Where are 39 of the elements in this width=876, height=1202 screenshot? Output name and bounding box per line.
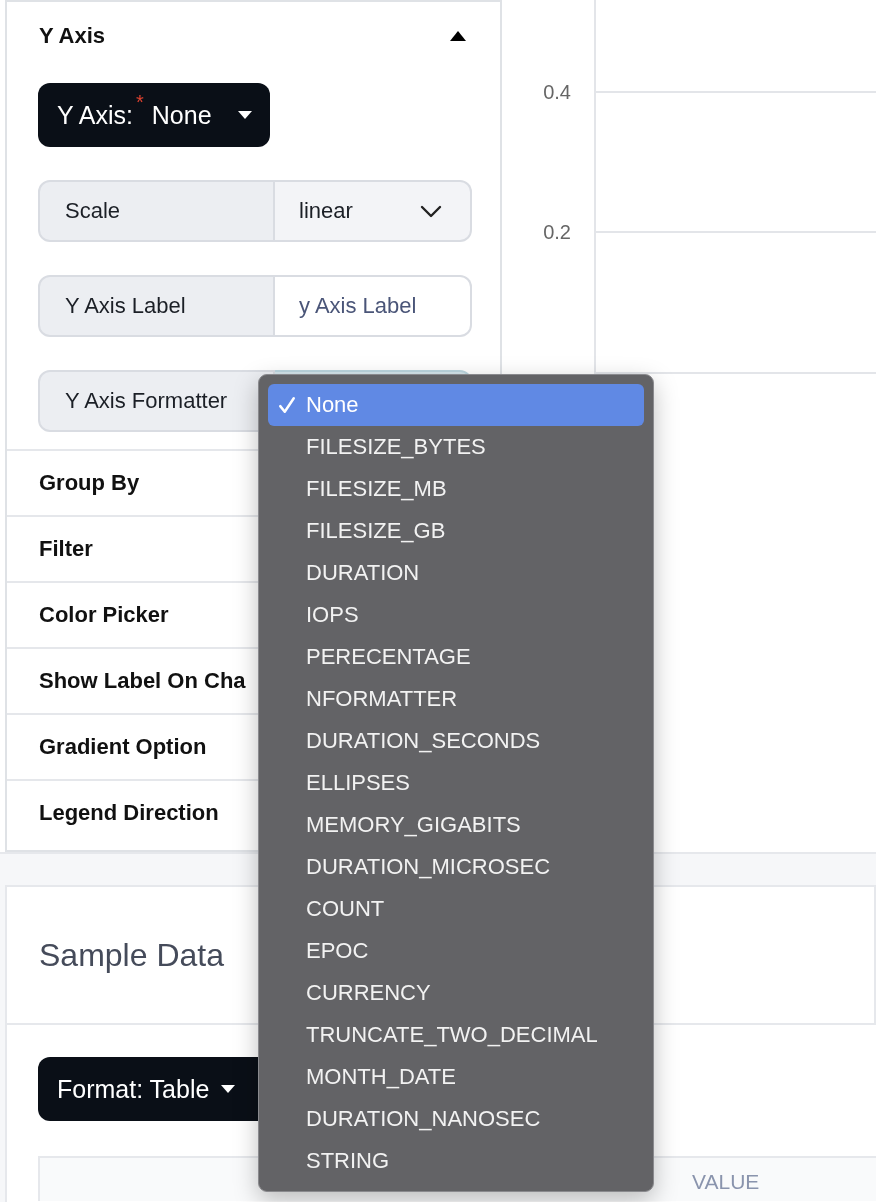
field-label: Y Axis Formatter: [38, 370, 275, 432]
text-input-field[interactable]: y Axis Label: [275, 275, 472, 337]
caret-down-icon: [221, 1085, 236, 1093]
menu-item[interactable]: IOPS: [268, 594, 644, 636]
menu-item[interactable]: ELLIPSES: [268, 762, 644, 804]
caret-up-icon[interactable]: [449, 30, 467, 42]
menu-item[interactable]: DURATION_MICROSEC: [268, 846, 644, 888]
menu-item[interactable]: EPOC: [268, 930, 644, 972]
checkmark-icon: [278, 396, 296, 414]
menu-item[interactable]: PERECENTAGE: [268, 636, 644, 678]
menu-item[interactable]: DURATION_SECONDS: [268, 720, 644, 762]
axis-tick-label: 0.2: [543, 221, 571, 243]
menu-item[interactable]: TRUNCATE_TWO_DECIMAL: [268, 1014, 644, 1056]
axis-tick-label: 0.4: [543, 81, 571, 103]
section-title: Y Axis: [39, 23, 106, 49]
menu-item[interactable]: CURRENCY: [268, 972, 644, 1014]
menu-item[interactable]: STRING: [268, 1140, 644, 1182]
field-label: Y Axis Label: [38, 275, 275, 337]
required-mark: *: [135, 91, 144, 114]
section-title[interactable]: Show Label On Cha: [39, 668, 246, 694]
select-field[interactable]: linear: [275, 180, 472, 242]
section-title[interactable]: Legend Direction: [39, 800, 219, 826]
menu-item[interactable]: COUNT: [268, 888, 644, 930]
caret-down-icon: [237, 111, 252, 119]
section-title[interactable]: Gradient Option: [39, 734, 207, 760]
section-title[interactable]: Filter: [39, 536, 93, 562]
menu-item[interactable]: NFORMATTER: [268, 678, 644, 720]
menu-item[interactable]: FILESIZE_MB: [268, 468, 644, 510]
menu-item[interactable]: FILESIZE_GB: [268, 510, 644, 552]
menu-item[interactable]: DURATION: [268, 552, 644, 594]
menu-item[interactable]: MEMORY_GIGABITS: [268, 804, 644, 846]
column-header: VALUE: [692, 1170, 760, 1194]
section-title[interactable]: Group By: [39, 470, 140, 496]
menu-item[interactable]: None: [268, 384, 644, 426]
field-label: Scale: [38, 180, 275, 242]
section-title[interactable]: Color Picker: [39, 602, 169, 628]
card-title: Sample Data: [39, 936, 224, 974]
chevron-down-icon: [420, 204, 442, 218]
y-axis-dropdown-button[interactable]: Y Axis:* None: [38, 83, 270, 147]
